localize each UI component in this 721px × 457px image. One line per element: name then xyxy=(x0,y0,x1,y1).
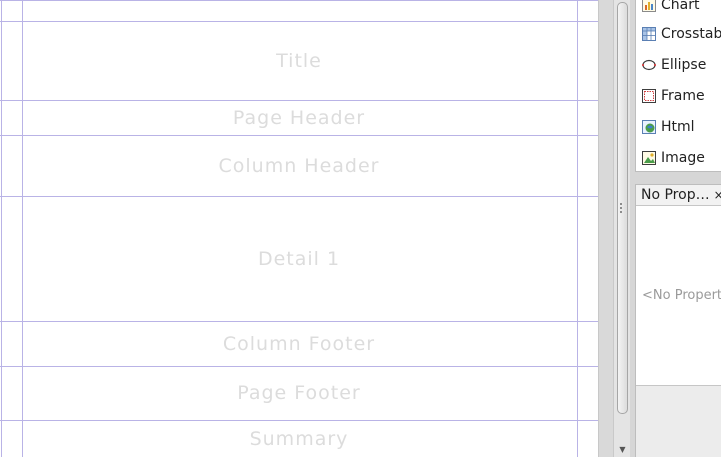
band-page-footer[interactable]: Page Footer xyxy=(0,366,598,420)
band-separator[interactable] xyxy=(0,100,598,101)
band-title[interactable]: Title xyxy=(0,21,598,101)
band-detail-label: Detail 1 xyxy=(257,247,341,270)
left-page-edge xyxy=(1,0,2,457)
left-margin-guide[interactable] xyxy=(22,0,23,457)
band-separator[interactable] xyxy=(0,135,598,136)
html-icon xyxy=(642,120,656,134)
palette-item-label: Ellipse xyxy=(661,57,707,73)
scroll-down-arrow-icon[interactable]: ▼ xyxy=(617,445,628,455)
report-page[interactable]: Title Page Header Column Header Detail 1… xyxy=(0,0,599,457)
properties-tab[interactable]: No Prop… × xyxy=(636,185,721,206)
band-separator[interactable] xyxy=(0,420,598,421)
ellipse-icon xyxy=(642,59,656,71)
band-separator[interactable] xyxy=(0,196,598,197)
canvas-vertical-scrollbar[interactable]: ▼ xyxy=(613,0,630,457)
grip-dots-icon xyxy=(620,203,622,213)
palette-item-label: Image xyxy=(661,150,705,166)
palette-item-label: Crosstab xyxy=(661,26,721,42)
band-summary[interactable]: Summary xyxy=(0,420,598,457)
report-canvas[interactable]: Title Page Header Column Header Detail 1… xyxy=(0,0,613,457)
palette-item-ellipse[interactable]: Ellipse xyxy=(642,55,706,75)
band-separator[interactable] xyxy=(0,21,598,22)
palette-item-label: Html xyxy=(661,119,695,135)
crosstab-icon xyxy=(642,27,656,41)
band-column-header[interactable]: Column Header xyxy=(0,135,598,196)
band-page-header[interactable]: Page Header xyxy=(0,101,598,135)
panel-splitter[interactable] xyxy=(630,0,633,457)
properties-body: <No Properties> xyxy=(636,206,721,386)
palette-item-label: Chart xyxy=(661,0,700,13)
element-palette: Chart Crosstab Ellipse Frame Html Image xyxy=(635,0,721,172)
right-margin-guide[interactable] xyxy=(577,0,578,457)
band-separator[interactable] xyxy=(0,321,598,322)
palette-item-html[interactable]: Html xyxy=(642,117,695,137)
properties-tab-label: No Prop… xyxy=(641,187,710,203)
band-separator[interactable] xyxy=(0,0,598,1)
image-icon xyxy=(642,151,656,165)
splitter-grip-icon[interactable] xyxy=(619,202,623,214)
band-summary-label: Summary xyxy=(249,427,349,450)
band-column-header-label: Column Header xyxy=(218,154,380,177)
chart-icon xyxy=(642,0,656,12)
palette-item-image[interactable]: Image xyxy=(642,148,705,168)
palette-item-frame[interactable]: Frame xyxy=(642,86,705,106)
band-page-header-label: Page Header xyxy=(232,107,366,129)
palette-item-crosstab[interactable]: Crosstab xyxy=(642,24,721,44)
frame-icon xyxy=(642,89,656,103)
band-column-footer[interactable]: Column Footer xyxy=(0,321,598,366)
close-icon[interactable]: × xyxy=(714,188,721,202)
palette-item-chart[interactable]: Chart xyxy=(642,0,699,15)
band-page-footer-label: Page Footer xyxy=(237,382,361,404)
report-designer-window: Title Page Header Column Header Detail 1… xyxy=(0,0,721,457)
band-detail[interactable]: Detail 1 xyxy=(0,196,598,321)
band-column-footer-label: Column Footer xyxy=(222,332,376,355)
palette-item-label: Frame xyxy=(661,88,705,104)
properties-panel: No Prop… × <No Properties> xyxy=(635,184,721,457)
band-separator[interactable] xyxy=(0,366,598,367)
band-title-label: Title xyxy=(276,50,322,72)
no-properties-text: <No Properties> xyxy=(642,288,721,303)
